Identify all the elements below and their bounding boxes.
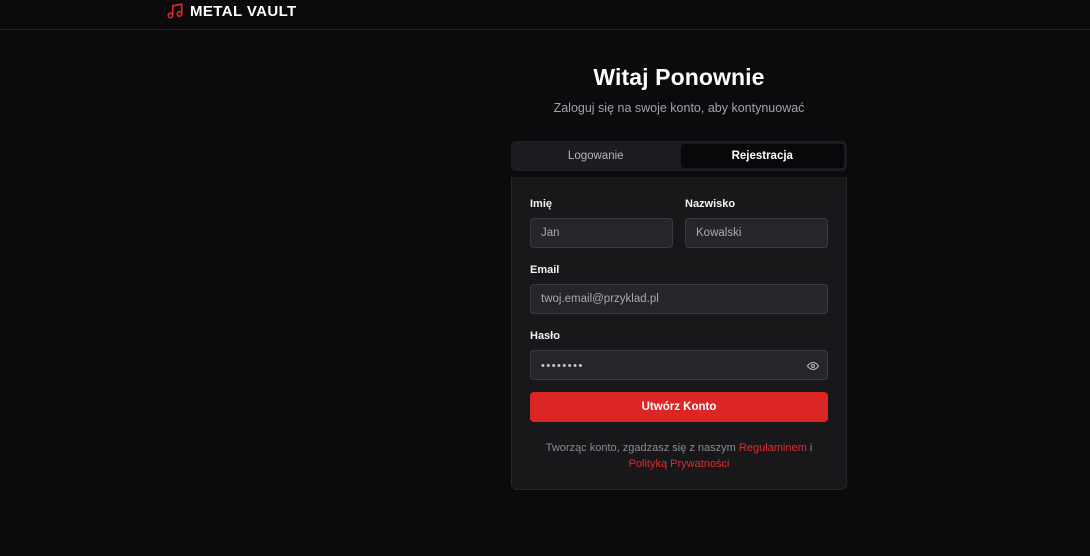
page-title: Witaj Ponownie <box>593 64 765 90</box>
last-name-input[interactable] <box>685 218 828 248</box>
password-label: Hasło <box>530 330 560 342</box>
music-note-icon <box>167 3 183 19</box>
auth-heading: Witaj Ponownie Zaloguj się na swoje kont… <box>511 64 847 115</box>
terms-notice: Tworząc konto, zgadzasz się z naszym Reg… <box>530 440 828 472</box>
brand[interactable]: METAL VAULT <box>166 1 297 21</box>
page-subtitle: Zaloguj się na swoje konto, aby kontynuo… <box>553 101 805 115</box>
email-input[interactable] <box>530 284 828 314</box>
terms-prefix: Tworząc konto, zgadzasz się z naszym <box>545 442 736 454</box>
privacy-policy-link[interactable]: Polityką Prywatności <box>629 458 730 470</box>
eye-icon[interactable] <box>807 360 819 372</box>
first-name-input[interactable] <box>530 218 673 248</box>
auth-tabs: Logowanie Rejestracja <box>511 141 847 171</box>
email-label: Email <box>530 264 560 276</box>
last-name-label: Nazwisko <box>685 198 736 210</box>
brand-name: METAL VAULT <box>190 2 297 20</box>
password-input[interactable]: •••••••• <box>530 350 828 380</box>
terms-joiner: i <box>809 442 813 454</box>
first-name-label: Imię <box>530 198 553 210</box>
tab-login[interactable]: Logowanie <box>514 144 678 168</box>
terms-link[interactable]: Regulaminem <box>739 442 807 454</box>
create-account-button[interactable]: Utwórz Konto <box>530 392 828 422</box>
tab-register[interactable]: Rejestracja <box>680 144 844 168</box>
register-form-card: Imię Nazwisko Email Hasło •••••••• Utwór… <box>511 177 847 490</box>
top-navbar: METAL VAULT <box>0 0 1090 30</box>
password-masked-value: •••••••• <box>541 360 584 372</box>
